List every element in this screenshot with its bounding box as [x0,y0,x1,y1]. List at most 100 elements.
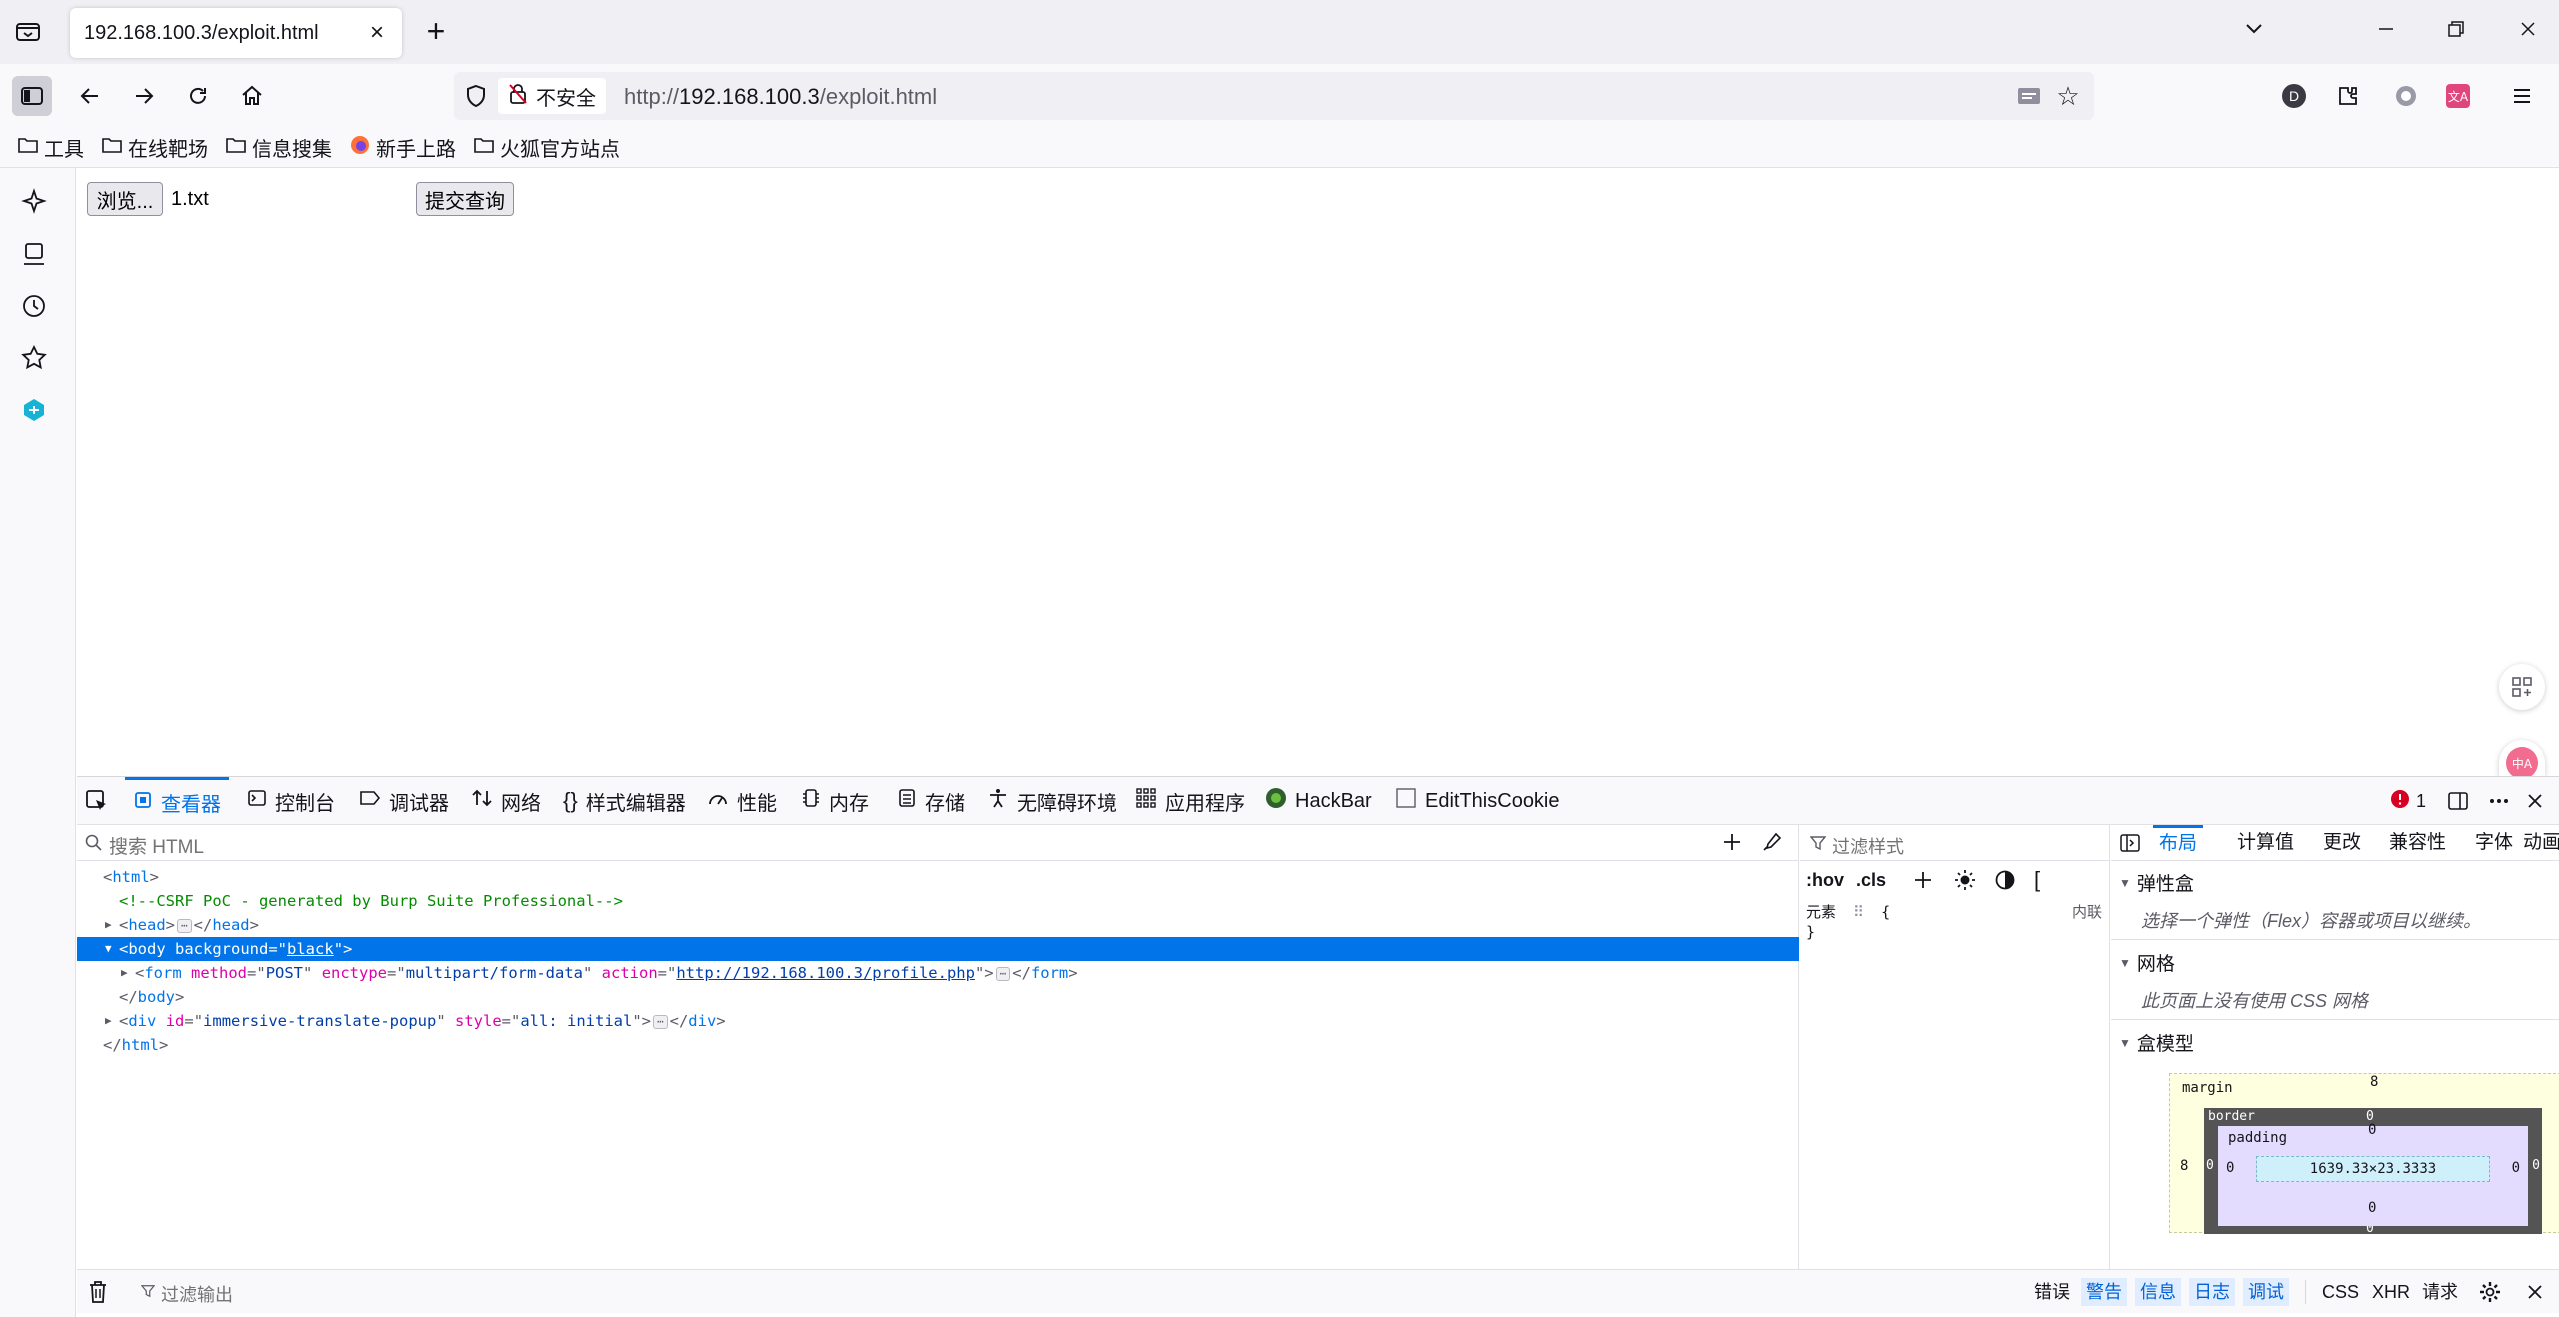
print-simulation-icon[interactable]: [ [2034,867,2040,893]
more-options-icon[interactable] [2487,777,2511,825]
dark-scheme-contrast-icon[interactable] [1994,869,2016,896]
node-head[interactable]: ▶ <head> ⋯ </head> [77,913,1799,937]
browser-tab[interactable]: 192.168.100.3/exploit.html × [70,8,402,58]
collapsed-ellipsis[interactable]: ⋯ [177,918,192,933]
tab-performance[interactable]: 性能 [707,777,777,825]
padding-top-value[interactable]: 0 [2368,1122,2376,1138]
trash-icon[interactable] [87,1280,109,1309]
light-scheme-sun-icon[interactable] [1954,869,1976,896]
tab-inspector[interactable]: 查看器 [125,777,229,825]
url-text[interactable]: http://192.168.100.3/exploit.html [624,84,937,110]
padding-right-value[interactable]: 0 [2512,1160,2520,1176]
extensions-puzzle-icon[interactable] [2330,78,2366,114]
filter-output-input[interactable]: 过滤输出 [161,1281,233,1307]
tab-computed[interactable]: 计算值 [2237,825,2294,861]
collapsed-ellipsis[interactable]: ⋯ [995,966,1011,981]
filter-css-toggle[interactable]: CSS [2317,1278,2364,1306]
home-icon[interactable] [232,76,272,116]
element-picker-icon[interactable] [85,777,109,825]
bookmark-folder-info-gathering[interactable]: 信息搜集 [226,133,332,162]
bookmark-folder-tools[interactable]: 工具 [18,133,84,162]
boxmodel-border[interactable]: border 0 0 0 0 padding 0 0 0 0 1639.33×2… [2204,1108,2542,1236]
element-rule[interactable]: 元素 ⠿ { 内联 } [1806,901,2106,941]
close-devtools-icon[interactable] [2525,777,2545,825]
tab-list-icon[interactable] [14,18,42,46]
filter-requests-toggle[interactable]: 请求 [2417,1278,2463,1306]
boxmodel-content[interactable]: 1639.33×23.3333 [2256,1156,2490,1182]
bookmark-star-icon[interactable]: ☆ [2054,82,2082,110]
url-bar[interactable]: 不安全 http://192.168.100.3/exploit.html ☆ [454,72,2094,120]
tab-accessibility[interactable]: 无障碍环境 [987,777,1117,825]
bookmarks-star-icon[interactable] [20,344,56,380]
bookmark-folder-online-labs[interactable]: 在线靶场 [102,133,208,162]
tab-debugger[interactable]: 调试器 [359,777,449,825]
node-body-close[interactable]: </body> [77,985,1799,1009]
margin-top-value[interactable]: 8 [2370,1074,2378,1090]
tab-memory[interactable]: 内存 [801,777,869,825]
filter-styles-input[interactable]: 过滤样式 [1832,833,1904,859]
tab-layout[interactable]: 布局 [2153,825,2204,861]
class-toggle[interactable]: .cls [1856,870,1886,891]
restore-icon[interactable] [2436,14,2476,50]
close-tab-icon[interactable]: × [364,20,390,46]
toggle-sidebar-icon[interactable] [2119,833,2141,859]
tab-console[interactable]: 控制台 [247,777,335,825]
eyedropper-icon[interactable] [1761,831,1783,858]
list-all-tabs-icon[interactable] [2234,14,2274,50]
filter-xhr-toggle[interactable]: XHR [2367,1278,2415,1306]
bookmark-getting-started[interactable]: 新手上路 [350,133,456,162]
expand-triangle-icon[interactable]: ▶ [121,961,133,985]
error-count-badge[interactable]: 1 [2390,789,2426,814]
reload-icon[interactable] [178,76,218,116]
padding-left-value[interactable]: 0 [2226,1160,2234,1176]
add-rule-icon[interactable] [1912,869,1934,896]
tab-network[interactable]: 网络 [471,777,541,825]
forward-icon[interactable] [124,76,164,116]
padding-bottom-value[interactable]: 0 [2368,1200,2376,1216]
tab-storage[interactable]: 存储 [897,777,965,825]
node-div[interactable]: ▶ <div id="immersive-translate-popup" sty… [77,1009,1799,1033]
node-body-selected[interactable]: ▼ <body background="black"> [77,937,1799,961]
filter-debug-toggle[interactable]: 调试 [2243,1278,2289,1306]
search-html-input[interactable]: 搜索 HTML [109,832,204,859]
bookmark-folder-firefox-official[interactable]: 火狐官方站点 [474,133,620,162]
border-right-value[interactable]: 0 [2532,1158,2540,1173]
synced-tabs-icon[interactable] [20,240,56,276]
back-icon[interactable] [70,76,110,116]
floating-grid-icon[interactable] [2499,664,2545,710]
tab-changes[interactable]: 更改 [2323,825,2361,861]
close-window-icon[interactable] [2508,14,2548,50]
node-html-close[interactable]: </html> [77,1033,1799,1057]
dock-side-icon[interactable] [2447,777,2469,825]
boxmodel-padding[interactable]: padding 0 0 0 0 1639.33×23.3333 [2218,1122,2528,1226]
site-security-indicator[interactable]: 不安全 [498,78,606,114]
filter-logs-toggle[interactable]: 日志 [2189,1278,2235,1306]
extension-cube-icon[interactable] [20,396,56,432]
ai-sparkle-icon[interactable] [20,188,56,224]
hover-states-toggle[interactable]: :hov [1806,870,1844,891]
boxmodel-section-header[interactable]: ▼ 盒模型 [2119,1029,2194,1056]
filter-errors-toggle[interactable]: 错误 [2029,1278,2075,1306]
sidebar-toggle-icon[interactable] [12,76,52,116]
immersive-translate-icon[interactable]: 文A [2440,78,2476,114]
boxmodel-margin[interactable]: margin 8 8 8 border 0 0 0 0 padding 0 0 … [2169,1073,2559,1236]
floating-translate-icon[interactable]: 中A [2499,740,2545,779]
add-node-icon[interactable] [1721,831,1743,858]
app-menu-icon[interactable] [2504,78,2540,114]
tab-style-editor[interactable]: {} 样式编辑器 [563,777,686,825]
close-split-console-icon[interactable] [2525,1282,2545,1307]
filter-info-toggle[interactable]: 信息 [2135,1278,2181,1306]
border-left-value[interactable]: 0 [2206,1158,2214,1173]
collapsed-ellipsis[interactable]: ⋯ [653,1014,668,1029]
collapse-triangle-icon[interactable]: ▼ [105,937,117,961]
minimize-icon[interactable] [2366,14,2406,50]
reader-translate-icon[interactable] [2016,84,2042,108]
grid-section-header[interactable]: ▼ 网格 [2119,949,2175,976]
submit-query-button[interactable]: 提交查询 [416,182,514,216]
extension-circle-icon[interactable] [2388,78,2424,114]
account-avatar-icon[interactable]: D [2276,78,2312,114]
console-settings-gear-icon[interactable] [2479,1281,2501,1308]
tracking-protection-icon[interactable] [464,84,488,108]
filter-warnings-toggle[interactable]: 警告 [2081,1278,2127,1306]
tab-application[interactable]: 应用程序 [1135,777,1245,825]
